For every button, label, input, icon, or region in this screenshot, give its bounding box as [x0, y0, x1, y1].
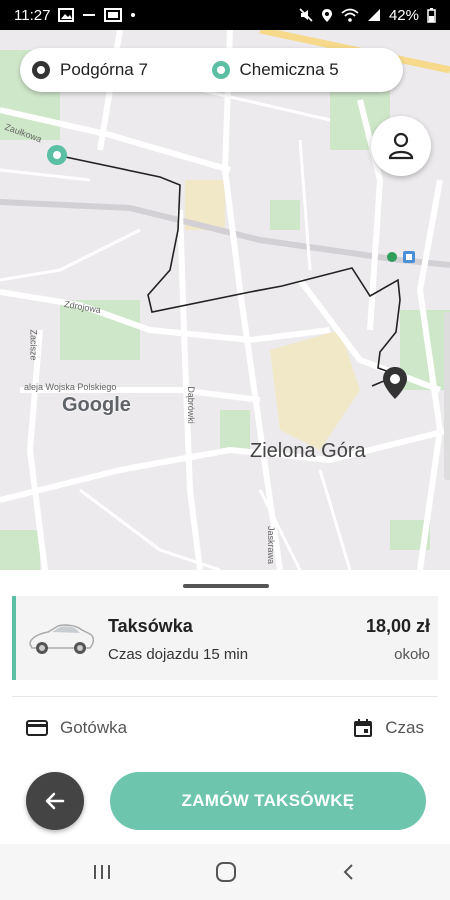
pickup-address[interactable]: Podgórna 7 — [32, 60, 212, 80]
image-icon — [104, 8, 123, 22]
car-icon — [29, 624, 95, 654]
ride-price-approx: około — [394, 646, 430, 663]
home-icon[interactable] — [214, 860, 238, 884]
destination-dot-icon — [211, 61, 230, 79]
payment-method-label: Gotówka — [60, 718, 128, 737]
profile-button[interactable] — [371, 116, 431, 176]
payment-method-button[interactable]: Gotówka — [26, 718, 127, 738]
bottom-sheet: Taksówka Czas dojazdu 15 min 18,00 zł ok… — [0, 570, 450, 844]
person-icon — [388, 132, 414, 160]
ride-name: Taksówka — [108, 616, 193, 636]
dot-icon — [131, 13, 136, 17]
order-taxi-button[interactable]: ZAMÓW TAKSÓWKĘ — [110, 772, 426, 830]
map-city-label: Zielona Góra — [250, 440, 366, 462]
map-edge-handle[interactable] — [444, 312, 450, 480]
calendar-icon — [354, 719, 373, 737]
destination-label: Chemiczna 5 — [239, 60, 339, 79]
street-label: Dąbrówki — [185, 386, 196, 424]
train-station-icon — [387, 251, 415, 263]
time-label: Czas — [385, 718, 424, 737]
signal-icon — [367, 9, 380, 21]
system-nav-bar — [0, 844, 450, 900]
mute-icon — [299, 8, 313, 22]
map-view[interactable]: Zielona Góra Google Zaułkowa Zdrojowa Za… — [0, 30, 450, 570]
street-label: Zacisze — [28, 329, 39, 361]
ride-option-card[interactable]: Taksówka Czas dojazdu 15 min 18,00 zł ok… — [12, 596, 438, 680]
arrow-left-icon — [45, 792, 65, 810]
status-bar: 11:27 42% — [0, 0, 450, 30]
start-marker — [47, 145, 67, 165]
google-logo: Google — [62, 394, 131, 416]
battery-percent: 42% — [388, 6, 419, 24]
destination-address[interactable]: Chemiczna 5 — [211, 60, 392, 80]
status-time: 11:27 — [14, 6, 51, 24]
street-label: aleja Wojska Polskiego — [24, 382, 117, 392]
credit-card-icon — [26, 720, 48, 736]
ride-eta: Czas dojazdu 15 min — [108, 646, 249, 663]
ride-price: 18,00 zł — [365, 616, 430, 636]
battery-icon — [427, 7, 436, 23]
wifi-icon — [341, 8, 359, 22]
pickup-label: Podgórna 7 — [60, 60, 148, 79]
route-bar[interactable]: Podgórna 7 Chemiczna 5 — [20, 48, 403, 92]
pickup-dot-icon — [32, 61, 50, 79]
back-nav-icon[interactable] — [339, 862, 359, 882]
sheet-handle[interactable] — [183, 584, 269, 588]
gallery-icon — [58, 8, 75, 22]
location-icon — [321, 8, 332, 22]
back-button[interactable] — [26, 772, 84, 830]
time-selection-button[interactable]: Czas — [353, 718, 424, 738]
minus-icon — [83, 14, 96, 16]
divider — [12, 696, 438, 697]
recent-apps-icon[interactable] — [91, 862, 113, 882]
destination-marker — [383, 367, 407, 399]
street-label: Jaskrawa — [266, 525, 277, 565]
